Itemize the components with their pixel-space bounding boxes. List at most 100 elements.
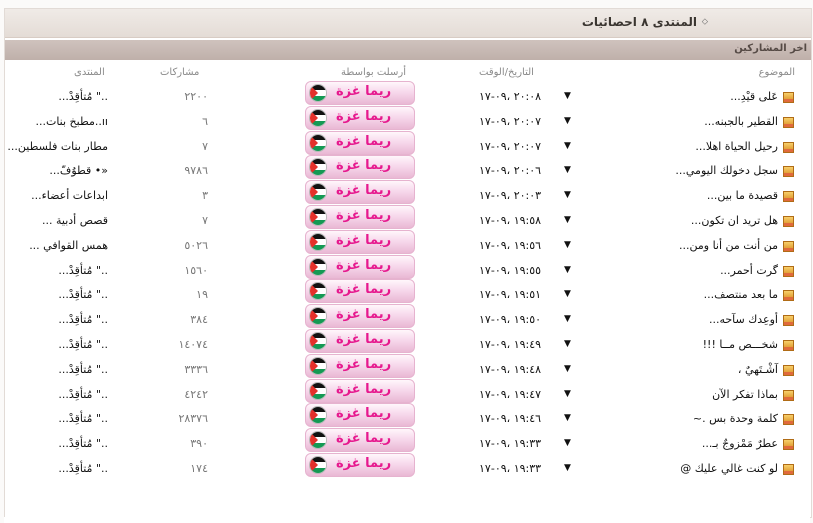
- poster-name: ريما غزة: [336, 133, 392, 149]
- poster-badge[interactable]: ريما غزة: [305, 105, 415, 130]
- topic-icon: [783, 240, 794, 252]
- post-datetime: ٢٠:٠٧ ،٠٩-١٧: [479, 139, 542, 153]
- topic-icon: [783, 290, 794, 302]
- poster-badge[interactable]: ريما غزة: [305, 378, 415, 403]
- goto-last-post-icon[interactable]: ▼: [564, 413, 571, 423]
- post-datetime: ١٩:٥٥ ،٠٩-١٧: [479, 263, 542, 277]
- forum-link[interactable]: همس القوافي ...: [29, 239, 108, 252]
- column-header-posts: مشاركات: [160, 67, 200, 78]
- palestine-flag-icon: [309, 431, 327, 450]
- post-datetime: ١٩:٥٦ ،٠٩-١٧: [479, 238, 542, 252]
- goto-last-post-icon[interactable]: ▼: [564, 240, 571, 250]
- goto-last-post-icon[interactable]: ▼: [564, 116, 571, 126]
- palestine-flag-icon: [309, 282, 327, 301]
- poster-name: ريما غزة: [336, 431, 392, 447]
- topic-link[interactable]: أوعِدك سآحه...: [709, 313, 778, 326]
- poster-badge[interactable]: ريما غزة: [305, 304, 415, 329]
- palestine-flag-icon: [309, 456, 327, 474]
- palestine-flag-icon: [309, 257, 327, 276]
- poster-badge[interactable]: ريما غزة: [305, 428, 415, 453]
- topic-link[interactable]: آشْـتَهيٌ ،: [738, 363, 778, 376]
- poster-badge[interactable]: ريما غزة: [305, 130, 415, 155]
- poster-name: ريما غزة: [336, 307, 392, 323]
- poster-badge[interactable]: ريما غزة: [305, 254, 415, 279]
- topic-icon: [783, 216, 794, 227]
- post-count: ١٧٤: [190, 462, 208, 475]
- post-count: ١٥٦٠: [184, 263, 208, 277]
- forum-link[interactable]: .." مُتأقِدْ...: [58, 264, 108, 277]
- goto-last-post-icon[interactable]: ▼: [564, 364, 571, 374]
- forum-link[interactable]: «• قطوُفّ...: [49, 164, 108, 177]
- poster-badge[interactable]: ريما غزة: [305, 453, 415, 477]
- topic-row: لو كنت غالي عليك @ ▼ ١٩:٣٣ ،٠٩-١٧ ريما غزة ١…: [5, 453, 811, 486]
- forum-link[interactable]: .." مُتأقِدْ...: [58, 90, 108, 103]
- post-datetime: ١٩:٤٨ ،٠٩-١٧: [479, 362, 542, 376]
- topic-link[interactable]: من أنت من أنا ومن...: [679, 239, 778, 252]
- forum-link[interactable]: .." مُتأقِدْ...: [58, 437, 108, 450]
- poster-badge[interactable]: ريما غزة: [305, 353, 415, 378]
- poster-badge[interactable]: ريما غزة: [305, 155, 415, 180]
- topic-link[interactable]: القطير بالجبنه...: [704, 115, 778, 128]
- topic-link[interactable]: شخـــص مــا !!!: [703, 338, 778, 351]
- forum-link[interactable]: .." مُتأقِدْ...: [58, 462, 108, 475]
- topic-link[interactable]: عَلى قيْدِ...: [730, 90, 778, 103]
- forum-link[interactable]: مطار بنات فلسطين...: [7, 140, 108, 153]
- goto-last-post-icon[interactable]: ▼: [564, 289, 571, 299]
- goto-last-post-icon[interactable]: ▼: [564, 165, 571, 175]
- post-count: ٣: [202, 189, 208, 203]
- forum-link[interactable]: ابداعات أعضاء...: [31, 189, 108, 202]
- topic-link[interactable]: لو كنت غالي عليك @: [680, 462, 778, 475]
- forum-link[interactable]: .." مُتأقِدْ...: [58, 388, 108, 401]
- topic-link[interactable]: گرت أحمر...: [720, 264, 778, 277]
- post-datetime: ١٩:٣٣ ،٠٩-١٧: [479, 437, 542, 451]
- post-datetime: ١٩:٥١ ،٠٩-١٧: [479, 288, 542, 302]
- panel-header: المنتدى ٨ احصائيات ⬦: [5, 9, 811, 38]
- poster-badge[interactable]: ريما غزة: [305, 279, 415, 304]
- topic-link[interactable]: كلمة وحدة بس .~: [693, 412, 778, 425]
- forum-link[interactable]: .." مُتأقِدْ...: [58, 338, 108, 351]
- forum-link[interactable]: .." مُتأقِدْ...: [58, 363, 108, 376]
- poster-name: ريما غزة: [336, 232, 392, 248]
- topic-link[interactable]: عطرٌ مَمْزوجٌ بـ...: [702, 437, 778, 450]
- goto-last-post-icon[interactable]: ▼: [564, 339, 571, 349]
- column-header-poster: أرسلت بواسطة: [341, 67, 406, 78]
- topic-link[interactable]: هل تريد ان تكون...: [691, 214, 778, 227]
- topic-link[interactable]: بماذا تفكر الآن: [712, 388, 778, 401]
- forum-link[interactable]: .." مُتأقِدْ...: [58, 288, 108, 301]
- topic-link[interactable]: رحيل الحياة اهلا...: [695, 140, 778, 153]
- poster-badge[interactable]: ريما غزة: [305, 329, 415, 353]
- poster-badge[interactable]: ريما غزة: [305, 180, 415, 205]
- goto-last-post-icon[interactable]: ▼: [564, 463, 571, 473]
- poster-name: ريما غزة: [336, 381, 392, 397]
- goto-last-post-icon[interactable]: ▼: [564, 190, 571, 200]
- forum-link[interactable]: قصص أدبية ...: [42, 214, 108, 227]
- goto-last-post-icon[interactable]: ▼: [564, 438, 571, 448]
- poster-badge[interactable]: ريما غزة: [305, 229, 415, 254]
- column-header-topic: الموضوع: [758, 67, 795, 78]
- chevron-down-icon[interactable]: ⬦: [702, 17, 708, 27]
- topic-link[interactable]: ما بعد منتصف...: [704, 288, 778, 301]
- topic-icon: [783, 141, 794, 153]
- topic-link[interactable]: قصيدة ما بين...: [707, 189, 778, 202]
- poster-badge[interactable]: ريما غزة: [305, 205, 415, 229]
- goto-last-post-icon[interactable]: ▼: [564, 91, 571, 101]
- goto-last-post-icon[interactable]: ▼: [564, 215, 571, 225]
- goto-last-post-icon[interactable]: ▼: [564, 265, 571, 275]
- forum-link[interactable]: ıı..مطبخ بنات...: [35, 115, 108, 128]
- post-count: ٩٧٨٦: [184, 164, 208, 178]
- goto-last-post-icon[interactable]: ▼: [564, 141, 571, 151]
- post-datetime: ٢٠:٠٨ ،٠٩-١٧: [479, 90, 542, 103]
- goto-last-post-icon[interactable]: ▼: [564, 314, 571, 324]
- poster-badge[interactable]: ريما غزة: [305, 403, 415, 428]
- topic-link[interactable]: سجل دخولك اليومي...: [675, 164, 778, 177]
- post-count: ٧: [202, 139, 208, 153]
- poster-name: ريما غزة: [336, 84, 392, 99]
- goto-last-post-icon[interactable]: ▼: [564, 389, 571, 399]
- post-count: ١٤٠٧٤: [178, 338, 208, 351]
- post-datetime: ١٩:٤٦ ،٠٩-١٧: [479, 412, 542, 426]
- poster-badge[interactable]: ريما غزة: [305, 81, 415, 105]
- forum-link[interactable]: .." مُتأقِدْ...: [58, 313, 108, 326]
- topic-icon: [783, 191, 794, 203]
- forum-link[interactable]: .." مُتأقِدْ...: [58, 412, 108, 425]
- palestine-flag-icon: [309, 307, 327, 326]
